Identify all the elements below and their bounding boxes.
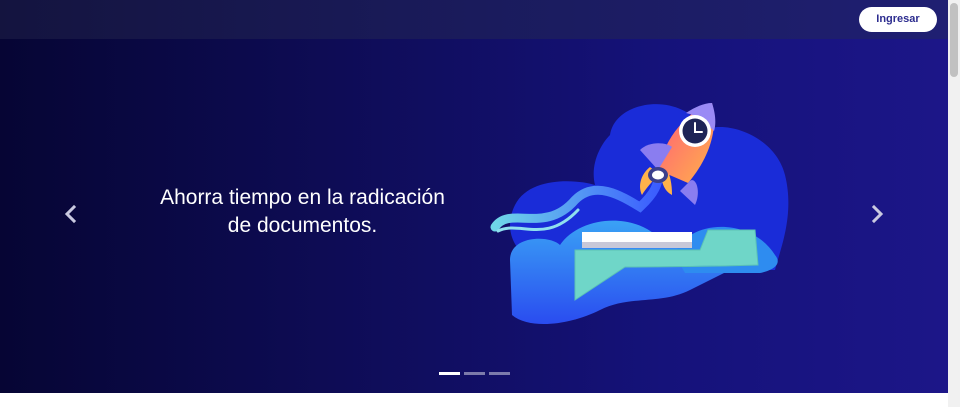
rocket-folder-illustration bbox=[490, 95, 800, 335]
top-navbar: Ingresar bbox=[0, 0, 948, 39]
carousel-indicator-2[interactable] bbox=[464, 372, 485, 375]
carousel-prev-button[interactable] bbox=[61, 203, 81, 225]
chevron-left-icon bbox=[64, 204, 77, 224]
login-button[interactable]: Ingresar bbox=[859, 7, 937, 32]
hero-carousel: Ingresar Ahorra tiempo en la radicación … bbox=[0, 0, 948, 393]
carousel-indicators bbox=[439, 372, 510, 375]
slide-caption: Ahorra tiempo en la radicación de docume… bbox=[160, 186, 445, 237]
vertical-scrollbar[interactable] bbox=[948, 0, 960, 407]
carousel-next-button[interactable] bbox=[867, 203, 887, 225]
page-viewport: Ingresar Ahorra tiempo en la radicación … bbox=[0, 0, 948, 407]
scrollbar-thumb[interactable] bbox=[950, 3, 958, 77]
carousel-indicator-1[interactable] bbox=[439, 372, 460, 375]
chevron-right-icon bbox=[871, 204, 884, 224]
carousel-indicator-3[interactable] bbox=[489, 372, 510, 375]
